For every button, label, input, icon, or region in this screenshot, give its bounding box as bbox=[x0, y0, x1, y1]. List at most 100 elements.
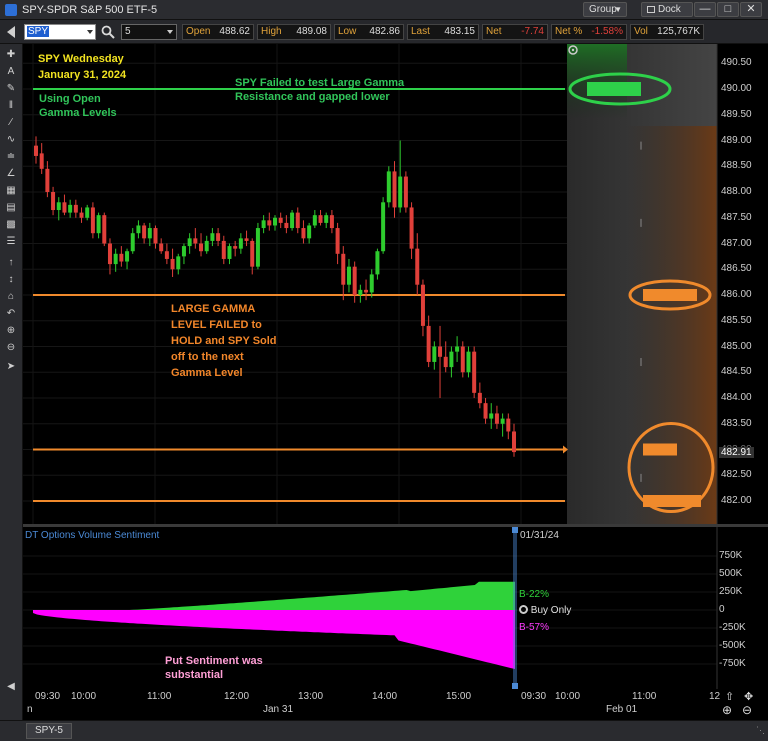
high-label: High bbox=[261, 26, 282, 37]
put-gamma-bar bbox=[643, 289, 697, 301]
group-dropdown[interactable]: Group ▼ bbox=[583, 2, 627, 17]
drawing-toolbar: ✚ A ✎ ‖ ∕ ∿ ≐ ∠ ▦ ▤ ▩ ☰ ↑ ↕ ⌂ ↶ ⊕ ⊖ ➤ ◀ bbox=[0, 44, 23, 724]
zoom-in-icon[interactable]: ⊕ bbox=[4, 324, 18, 337]
resize-grip-icon[interactable]: ⋱ bbox=[756, 725, 765, 736]
net-percent-label: Net % bbox=[555, 26, 583, 37]
cursor-tool-icon[interactable]: ➤ bbox=[4, 360, 18, 373]
time-axis-label: 11:00 bbox=[147, 691, 172, 702]
scroll-left-icon[interactable]: ◀ bbox=[4, 680, 18, 693]
list-tool-icon[interactable]: ☰ bbox=[4, 235, 18, 248]
net-label: Net bbox=[486, 26, 502, 37]
candle[interactable] bbox=[255, 222, 260, 270]
tab-spy-5[interactable]: SPY-5 bbox=[26, 723, 72, 739]
trendline-tool-icon[interactable]: ∕ bbox=[4, 116, 18, 129]
time-axis-label: 12:00 bbox=[224, 691, 250, 702]
chevron-down-icon bbox=[87, 30, 93, 34]
text-tool-icon[interactable]: A bbox=[4, 65, 18, 78]
grid-tool-icon[interactable]: ▦ bbox=[4, 184, 18, 197]
scale-tool-icon[interactable]: ↕ bbox=[4, 273, 18, 286]
undo-icon[interactable]: ↶ bbox=[4, 307, 18, 320]
sentiment-axis-label: 250K bbox=[719, 586, 743, 597]
candle[interactable] bbox=[472, 346, 477, 399]
minimize-button[interactable]: — bbox=[694, 2, 716, 17]
symbol-value: SPY bbox=[27, 26, 50, 37]
last-label: Last bbox=[411, 26, 430, 37]
put-sentiment-line1: Put Sentiment was bbox=[165, 655, 263, 667]
failed-test-annotation: SPY Failed to test Large Gamma Resistanc… bbox=[235, 76, 404, 104]
failed-test-line2: Resistance and gapped lower bbox=[235, 91, 390, 103]
dock-icon bbox=[647, 6, 655, 13]
channel-tool-icon[interactable]: ≐ bbox=[4, 150, 18, 163]
quote-bar: SPY 5 Open 488.62 High 489.08 Low 482.86 La… bbox=[0, 20, 768, 44]
window-title: SPY-SPDR S&P 500 ETF-5 bbox=[22, 4, 158, 16]
sentiment-axis-label: -250K bbox=[719, 622, 746, 633]
put-gamma-bar bbox=[643, 443, 677, 456]
interval-value: 5 bbox=[125, 26, 131, 37]
candle[interactable] bbox=[403, 171, 408, 213]
candle[interactable] bbox=[381, 197, 386, 254]
close-button[interactable]: ✕ bbox=[740, 2, 762, 17]
low-label: Low bbox=[338, 26, 357, 37]
zoom-out-icon[interactable]: ⊖ bbox=[742, 703, 752, 717]
sentiment-pane[interactable]: Put Sentiment was substantial B-22% B-57… bbox=[23, 527, 768, 689]
price-chart-pane[interactable]: SPY Wednesday January 31, 2024 Using Ope… bbox=[23, 44, 768, 524]
large-gamma-line: off to the next bbox=[171, 351, 244, 363]
maximize-icon: □ bbox=[724, 3, 732, 15]
low-field: Low 482.86 bbox=[334, 24, 404, 40]
price-axis-label: 490.00 bbox=[721, 83, 752, 94]
maximize-button[interactable]: □ bbox=[717, 2, 739, 17]
open-gamma-annotation: Using Open Gamma Levels bbox=[39, 92, 117, 120]
zoom-controls: ⊕ ⊖ ⇧ ✥ bbox=[722, 690, 766, 720]
volume-label: Vol bbox=[634, 26, 648, 37]
price-axis-label: 485.50 bbox=[721, 314, 752, 326]
call-sentiment-label: B-22% bbox=[519, 589, 550, 600]
date-annotation-line2: January 31, 2024 bbox=[38, 69, 127, 81]
sentiment-axis-label: -750K bbox=[719, 658, 746, 669]
candle[interactable] bbox=[460, 341, 465, 378]
search-icon[interactable] bbox=[101, 25, 115, 39]
angle-tool-icon[interactable]: ∠ bbox=[4, 167, 18, 180]
net-percent-field: Net % -1.58% bbox=[551, 24, 627, 40]
large-gamma-line: HOLD and SPY Sold bbox=[171, 335, 277, 347]
window-title-bar: SPY-SPDR S&P 500 ETF-5 Group ▼ Dock — □ … bbox=[0, 0, 768, 20]
price-axis-label: 486.50 bbox=[721, 263, 752, 275]
scroll-up-icon[interactable]: ⇧ bbox=[725, 690, 734, 703]
time-axis-corner-label: n bbox=[27, 704, 33, 715]
fib-tool-icon[interactable]: ▤ bbox=[4, 201, 18, 214]
price-axis-label: 486.00 bbox=[721, 289, 752, 300]
table-tool-icon[interactable]: ▩ bbox=[4, 218, 18, 231]
candle[interactable] bbox=[90, 202, 95, 239]
date-annotation-line1: SPY Wednesday bbox=[38, 53, 124, 65]
home-icon[interactable]: ⌂ bbox=[4, 290, 18, 303]
price-axis-label: 482.50 bbox=[721, 469, 752, 481]
price-axis-label: 483.50 bbox=[721, 417, 752, 429]
time-axis-label: 14:00 bbox=[372, 691, 398, 702]
zoom-out-icon[interactable]: ⊖ bbox=[4, 341, 18, 354]
crosshair-tool-icon[interactable]: ✚ bbox=[4, 48, 18, 61]
pointer-tool-icon[interactable]: ✎ bbox=[4, 82, 18, 95]
arrow-up-tool-icon[interactable]: ↑ bbox=[4, 256, 18, 269]
bars-tool-icon[interactable]: ‖ bbox=[4, 99, 18, 112]
interval-input[interactable]: 5 bbox=[121, 24, 177, 40]
date-axis-label: Feb 01 bbox=[606, 704, 638, 715]
candle[interactable] bbox=[102, 212, 107, 247]
pan-icon[interactable]: ✥ bbox=[744, 690, 753, 703]
net-percent-value: -1.58% bbox=[591, 26, 623, 37]
candle[interactable] bbox=[386, 166, 391, 208]
time-axis-label: 12 bbox=[709, 691, 721, 702]
sentiment-axis-label: 750K bbox=[719, 550, 743, 561]
zoom-in-icon[interactable]: ⊕ bbox=[722, 703, 732, 717]
large-gamma-line: Gamma Level bbox=[171, 367, 243, 379]
candle[interactable] bbox=[290, 210, 295, 231]
current-bar-handle[interactable] bbox=[512, 527, 518, 533]
back-arrow-icon[interactable] bbox=[7, 26, 15, 38]
put-sentiment-annotation: Put Sentiment was substantial bbox=[165, 654, 263, 682]
buy-only-indicator[interactable]: Buy Only bbox=[519, 605, 571, 616]
price-axis-label: 487.00 bbox=[721, 237, 752, 249]
wave-tool-icon[interactable]: ∿ bbox=[4, 133, 18, 146]
date-annotation: SPY Wednesday January 31, 2024 bbox=[38, 52, 126, 82]
call-gamma-bar bbox=[587, 82, 641, 96]
price-axis-label: 487.50 bbox=[721, 211, 752, 223]
symbol-input[interactable]: SPY bbox=[24, 24, 96, 40]
dock-button[interactable]: Dock bbox=[641, 2, 693, 17]
